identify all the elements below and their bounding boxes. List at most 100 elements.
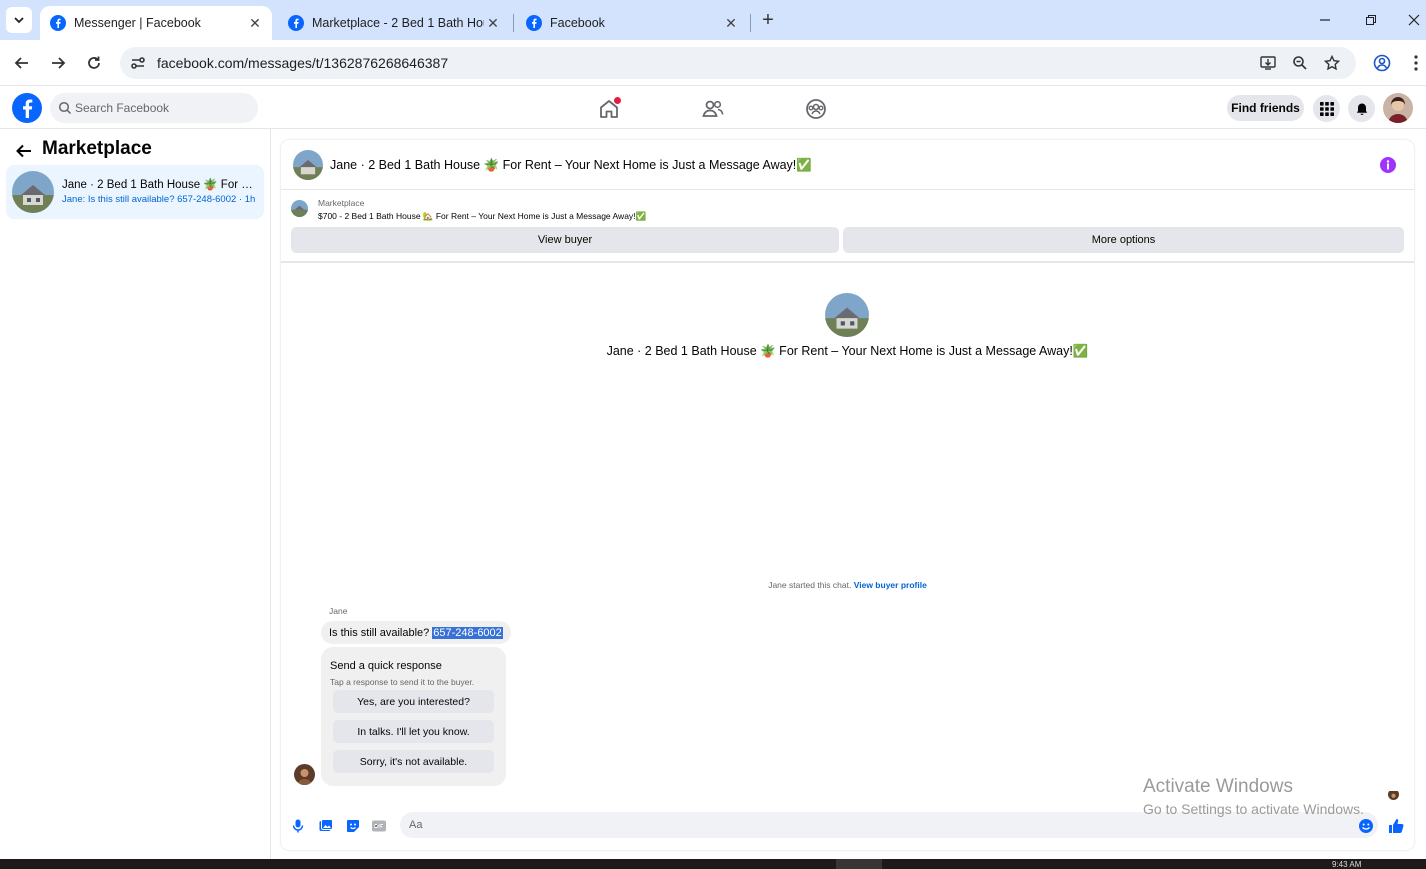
message-input[interactable]: Aa xyxy=(400,812,1378,838)
view-buyer-button[interactable]: View buyer xyxy=(291,227,839,253)
new-tab-button[interactable]: + xyxy=(758,9,778,31)
message-phone-number[interactable]: 657-248-6002 xyxy=(432,626,503,639)
tab-title: Facebook xyxy=(550,16,605,30)
message-input-placeholder: Aa xyxy=(409,819,423,831)
close-tab-icon[interactable]: ✕ xyxy=(722,14,740,32)
restore-window-button[interactable] xyxy=(1359,8,1383,32)
chat-header-thumbnail[interactable] xyxy=(293,150,323,180)
conversation-item[interactable]: Jane · 2 Bed 1 Bath House 🪴 For Rent – Y… xyxy=(6,165,264,219)
quick-response-option[interactable]: Yes, are you interested? xyxy=(333,690,494,713)
browser-toolbar: facebook.com/messages/t/1362876268646387 xyxy=(0,40,1426,86)
tab-messenger[interactable]: Messenger | Facebook ✕ xyxy=(40,6,272,40)
search-placeholder: Search Facebook xyxy=(75,101,170,115)
address-bar[interactable]: facebook.com/messages/t/1362876268646387 xyxy=(120,47,1356,79)
forward-button[interactable] xyxy=(46,51,70,75)
listing-thumbnail xyxy=(12,171,54,213)
facebook-favicon-icon xyxy=(50,15,66,31)
facebook-favicon-icon xyxy=(526,15,542,31)
star-icon xyxy=(1324,55,1340,71)
facebook-search[interactable]: Search Facebook xyxy=(50,93,258,123)
tab-facebook[interactable]: Facebook ✕ xyxy=(516,6,748,40)
close-window-button[interactable] xyxy=(1402,8,1426,32)
reload-button[interactable] xyxy=(82,51,106,75)
tab-marketplace[interactable]: Marketplace - 2 Bed 1 Bath House ✕ xyxy=(278,6,510,40)
tab-separator xyxy=(513,14,514,32)
reload-icon xyxy=(88,56,100,69)
house-photo-icon xyxy=(12,171,54,213)
sidebar-title: Marketplace xyxy=(42,138,152,159)
home-notification-dot xyxy=(614,97,621,104)
notifications-button[interactable] xyxy=(1348,95,1375,122)
bell-icon xyxy=(1356,103,1367,115)
house-photo-icon xyxy=(291,200,308,217)
arrow-right-icon xyxy=(52,57,66,69)
house-photo-icon xyxy=(825,293,869,337)
view-buyer-profile-link[interactable]: View buyer profile xyxy=(854,580,927,590)
groups-icon[interactable] xyxy=(804,97,828,121)
tab-search-button[interactable] xyxy=(6,7,32,33)
message-bubble[interactable]: Is this still available? 657-248-6002 xyxy=(321,621,511,644)
browser-tab-bar: Messenger | Facebook ✕ Marketplace - 2 B… xyxy=(0,0,1426,40)
tab-separator xyxy=(750,14,751,32)
marketplace-listing-bar: Marketplace $700 - 2 Bed 1 Bath House 🏡 … xyxy=(281,191,1414,263)
intro-thumbnail xyxy=(825,293,869,337)
avatar-icon xyxy=(1388,791,1399,800)
more-options-button[interactable]: More options xyxy=(843,227,1404,253)
site-settings-icon[interactable] xyxy=(129,54,147,72)
tab-title: Messenger | Facebook xyxy=(74,16,201,30)
account-avatar[interactable] xyxy=(1383,93,1413,123)
arrow-left-icon xyxy=(14,57,28,69)
tab-title: Marketplace - 2 Bed 1 Bath House xyxy=(312,16,484,30)
chevron-down-icon xyxy=(14,17,24,24)
zoom-button[interactable] xyxy=(1290,53,1310,73)
close-tab-icon[interactable]: ✕ xyxy=(484,14,502,32)
taskbar-active-app[interactable] xyxy=(836,859,882,869)
more-vertical-icon xyxy=(1414,55,1418,71)
conversation-info-button[interactable] xyxy=(1380,157,1396,173)
microphone-icon[interactable] xyxy=(290,818,306,834)
facebook-top-nav: Search Facebook Find friends xyxy=(0,87,1426,129)
url-text: facebook.com/messages/t/1362876268646387 xyxy=(157,55,449,71)
message-text: Is this still available? xyxy=(329,626,430,639)
avatar-icon xyxy=(1383,93,1413,123)
marketplace-sidebar: Marketplace Jane · 2 Bed 1 Bath House 🪴 … xyxy=(0,129,271,859)
friends-icon[interactable] xyxy=(701,97,725,121)
photo-icon[interactable] xyxy=(318,818,334,834)
install-icon xyxy=(1260,56,1276,70)
emoji-icon[interactable] xyxy=(1358,818,1374,834)
chat-started-note: Jane started this chat. View buyer profi… xyxy=(281,580,1414,590)
zoom-icon xyxy=(1293,56,1307,70)
close-tab-icon[interactable]: ✕ xyxy=(246,14,264,32)
intro-title: Jane · 2 Bed 1 Bath House 🪴 For Rent – Y… xyxy=(606,344,1089,358)
listing-title[interactable]: $700 - 2 Bed 1 Bath House 🏡 For Rent – Y… xyxy=(318,211,646,222)
quick-response-option[interactable]: In talks. I'll let you know. xyxy=(333,720,494,743)
sender-avatar[interactable] xyxy=(294,764,315,785)
close-icon xyxy=(1408,14,1420,26)
chat-header-title[interactable]: Jane · 2 Bed 1 Bath House 🪴 For Rent – Y… xyxy=(330,158,812,173)
message-composer: Aa xyxy=(281,811,1414,841)
thumbs-up-icon[interactable] xyxy=(1387,817,1405,835)
back-button[interactable] xyxy=(10,51,34,75)
conversation-name: Jane · 2 Bed 1 Bath House 🪴 For Rent – Y… xyxy=(62,179,258,191)
facebook-logo-icon[interactable] xyxy=(12,93,42,123)
profile-icon xyxy=(1373,54,1391,72)
minimize-window-button[interactable] xyxy=(1313,8,1337,32)
sticker-icon[interactable] xyxy=(345,818,361,834)
conversation-preview: Jane: Is this still available? 657-248-6… xyxy=(62,194,256,205)
profile-button[interactable] xyxy=(1370,51,1394,75)
install-app-button[interactable] xyxy=(1258,53,1278,73)
find-friends-button[interactable]: Find friends xyxy=(1227,95,1304,121)
taskbar-clock: 9:43 AM xyxy=(1332,860,1362,869)
quick-response-option[interactable]: Sorry, it's not available. xyxy=(333,750,494,773)
seen-indicator-avatar xyxy=(1388,789,1399,800)
menu-button[interactable] xyxy=(1313,95,1340,122)
browser-menu-button[interactable] xyxy=(1406,51,1426,75)
quick-response-subtitle: Tap a response to send it to the buyer. xyxy=(330,677,475,687)
minimize-icon xyxy=(1320,19,1330,21)
search-icon xyxy=(58,101,72,115)
back-arrow-icon[interactable] xyxy=(14,141,34,161)
chat-header: Jane · 2 Bed 1 Bath House 🪴 For Rent – Y… xyxy=(281,140,1414,190)
marketplace-label: Marketplace xyxy=(318,198,365,208)
gif-icon[interactable] xyxy=(371,818,387,834)
bookmark-button[interactable] xyxy=(1322,53,1342,73)
